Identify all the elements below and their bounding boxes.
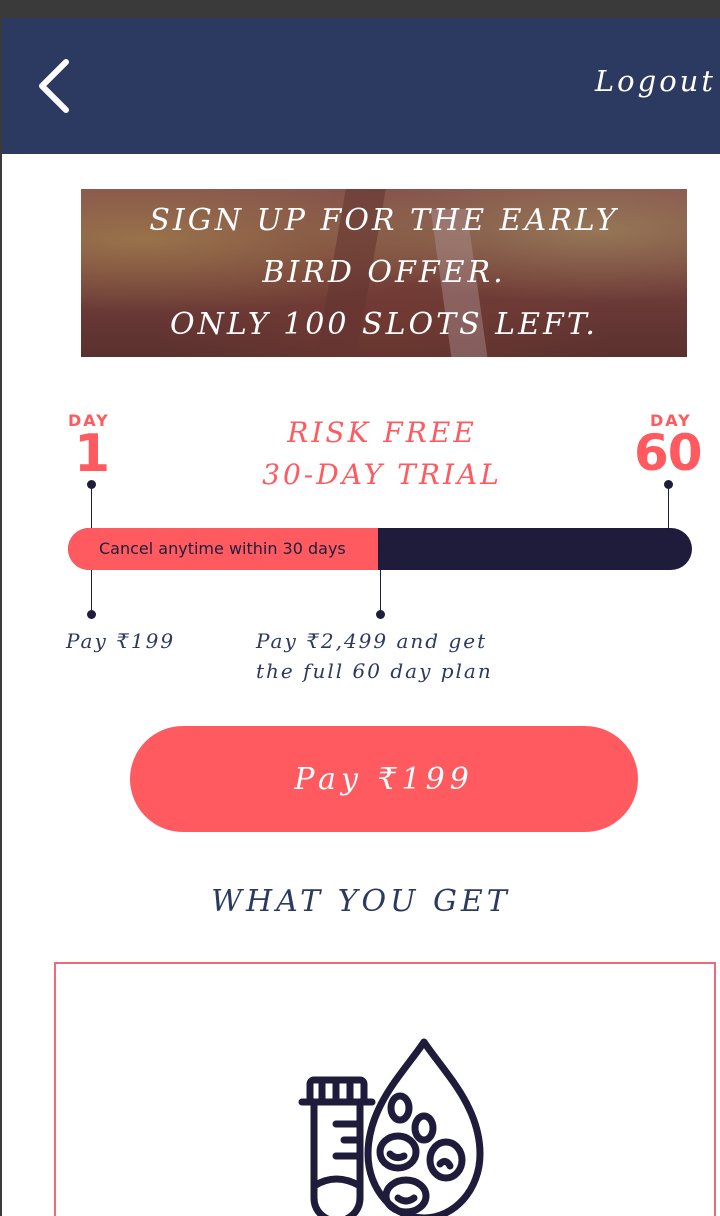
banner-line-3: ONLY 100 SLOTS LEFT. <box>170 307 598 342</box>
chevron-left-icon <box>39 59 69 113</box>
timeline-dot-start-bottom <box>87 610 96 619</box>
pay-start-note: Pay ₹199 <box>66 629 176 653</box>
trial-progress-bar: Cancel anytime within 30 days <box>68 528 692 570</box>
trial-line-1: RISK FREE <box>287 416 477 449</box>
end-day-number: 60 <box>634 424 703 482</box>
banner-text: SIGN UP FOR THE EARLY BIRD OFFER. ONLY 1… <box>81 195 687 351</box>
blood-test-icon <box>298 1038 484 1216</box>
back-button[interactable] <box>32 54 82 118</box>
pay-full-line-2: the full 60 day plan <box>256 659 493 683</box>
timeline-connector <box>91 484 92 528</box>
banner-line-1: SIGN UP FOR THE EARLY <box>149 203 619 238</box>
timeline-connector <box>91 570 92 614</box>
timeline-dot-mid-bottom <box>376 610 385 619</box>
feature-card <box>54 962 716 1216</box>
timeline-connector <box>380 570 381 614</box>
app-frame: Logout SIGN UP FOR THE EARLY BIRD OFFER.… <box>2 18 720 1216</box>
top-bar: Logout <box>2 18 720 154</box>
banner-line-2: BIRD OFFER. <box>262 255 506 290</box>
trial-line-2: 30-DAY TRIAL <box>262 458 502 491</box>
pay-full-plan-note: Pay ₹2,499 and get the full 60 day plan <box>256 626 493 686</box>
cancel-note: Cancel anytime within 30 days <box>99 539 346 558</box>
timeline-connector <box>668 484 669 528</box>
trial-heading: RISK FREE 30-DAY TRIAL <box>252 412 512 496</box>
start-day-number: 1 <box>74 424 111 484</box>
what-you-get-heading: WHAT YOU GET <box>211 884 511 919</box>
early-bird-banner: SIGN UP FOR THE EARLY BIRD OFFER. ONLY 1… <box>81 189 687 357</box>
logout-link[interactable]: Logout <box>595 64 716 98</box>
pay-button[interactable]: Pay ₹199 <box>130 726 638 832</box>
pay-full-line-1: Pay ₹2,499 and get <box>256 629 488 653</box>
